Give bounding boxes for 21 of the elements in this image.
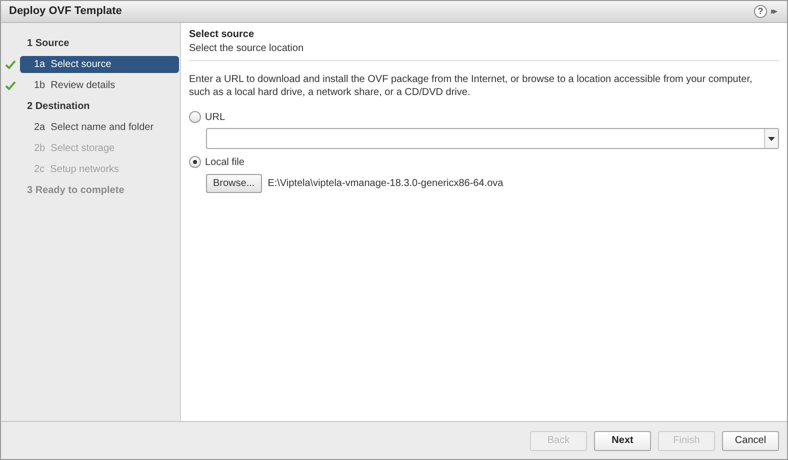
description: Enter a URL to download and install the OVF package from the Internet, or browse to a location accessible from your computer, such as a local hard drive, a network share, or a CD/DVD drive. — [189, 73, 754, 99]
step-item[interactable]: 1a Select source — [20, 56, 179, 73]
file-path: E:\Viptela\viptela-vmanage-18.3.0-genericx86-64.ova — [268, 177, 504, 191]
step-item[interactable]: 2a Select name and folder — [20, 119, 179, 136]
dropdown-caret-icon — [768, 136, 775, 140]
page-title: Select source — [189, 28, 256, 42]
window-title: Deploy OVF Template — [9, 4, 122, 20]
step-item[interactable]: 1b Review details — [20, 77, 179, 94]
radio-label[interactable]: Local file — [205, 154, 244, 170]
browse-button[interactable]: Browse... — [206, 174, 262, 193]
radio-label[interactable]: URL — [205, 110, 226, 124]
page-subtitle: Select the source location — [189, 42, 305, 56]
radio-button[interactable] — [189, 111, 201, 123]
wizard-button[interactable]: Next — [594, 430, 651, 450]
url-field[interactable] — [206, 128, 779, 149]
expand-button[interactable]: ▸▸ — [771, 4, 779, 18]
step-heading[interactable]: 1 Source — [1, 33, 180, 54]
step-heading[interactable]: 2 Destination — [1, 96, 180, 117]
help-button[interactable]: ? — [754, 5, 767, 18]
wizard-button[interactable]: Cancel — [722, 430, 779, 450]
radio-button[interactable] — [189, 156, 201, 168]
